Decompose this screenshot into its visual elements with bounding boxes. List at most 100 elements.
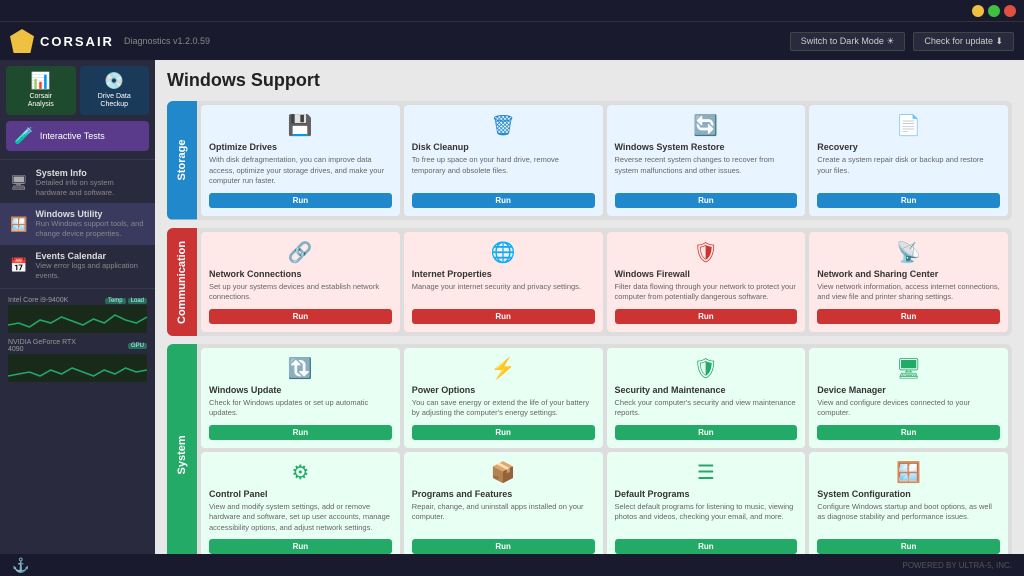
tool-icon-system-7: 🪟 xyxy=(817,460,1000,485)
tool-card-storage-1: 🗑 Disk Cleanup To free up space on your … xyxy=(404,105,603,216)
tool-icon-communication-2: 🛡 xyxy=(615,240,798,265)
tool-run-btn-communication-3[interactable]: Run xyxy=(817,309,1000,324)
tool-card-storage-2: 🔄 Windows System Restore Reverse recent … xyxy=(607,105,806,216)
tool-run-btn-system-4[interactable]: Run xyxy=(209,539,392,554)
cpu-load-badge: Load xyxy=(128,298,147,304)
tool-desc-system-5: Repair, change, and uninstall apps insta… xyxy=(412,502,595,534)
tool-card-system-7: 🪟 System Configuration Configure Windows… xyxy=(809,452,1008,555)
tool-run-btn-communication-2[interactable]: Run xyxy=(615,309,798,324)
tool-run-btn-communication-0[interactable]: Run xyxy=(209,309,392,324)
logo-text: CORSAIR xyxy=(40,34,114,49)
tool-title-communication-0: Network Connections xyxy=(209,269,392,279)
tool-title-communication-2: Windows Firewall xyxy=(615,269,798,279)
sidebar-divider-1 xyxy=(0,159,155,160)
header-left: CORSAIR Diagnostics v1.2.0.59 xyxy=(10,29,210,53)
tool-run-btn-storage-0[interactable]: Run xyxy=(209,193,392,208)
tool-icon-system-0: 🔃 xyxy=(209,356,392,381)
check-update-button[interactable]: Check for update ⬇ xyxy=(913,32,1014,51)
tool-run-btn-storage-2[interactable]: Run xyxy=(615,193,798,208)
tool-run-btn-system-2[interactable]: Run xyxy=(615,425,798,440)
tool-title-system-2: Security and Maintenance xyxy=(615,385,798,395)
tool-icon-system-2: 🛡 xyxy=(615,356,798,381)
tool-title-communication-3: Network and Sharing Center xyxy=(817,269,1000,279)
tool-icon-communication-1: 🌐 xyxy=(412,240,595,265)
dark-mode-button[interactable]: Switch to Dark Mode ☀ xyxy=(790,32,906,51)
tool-card-system-5: 📦 Programs and Features Repair, change, … xyxy=(404,452,603,555)
tool-icon-storage-0: 💾 xyxy=(209,113,392,138)
tool-icon-system-4: ⚙ xyxy=(209,460,392,485)
tool-title-storage-3: Recovery xyxy=(817,142,1000,152)
tool-title-storage-2: Windows System Restore xyxy=(615,142,798,152)
tool-run-btn-system-6[interactable]: Run xyxy=(615,539,798,554)
tool-icon-system-1: ⚡ xyxy=(412,356,595,381)
tool-card-communication-1: 🌐 Internet Properties Manage your intern… xyxy=(404,232,603,332)
tool-title-system-4: Control Panel xyxy=(209,489,392,499)
tool-icon-communication-3: 📡 xyxy=(817,240,1000,265)
tool-desc-storage-2: Reverse recent system changes to recover… xyxy=(615,155,798,187)
tool-run-btn-system-3[interactable]: Run xyxy=(817,425,1000,440)
analysis-icon: 📊 xyxy=(31,71,51,91)
page-title: Windows Support xyxy=(167,70,1012,91)
sidebar-item-events-calendar[interactable]: 📅 Events Calendar View error logs and ap… xyxy=(0,245,155,287)
tool-icon-storage-3: 📄 xyxy=(817,113,1000,138)
tool-title-system-7: System Configuration xyxy=(817,489,1000,499)
category-cards-storage: 💾 Optimize Drives With disk defragmentat… xyxy=(197,101,1012,220)
category-label-storage: Storage xyxy=(167,101,197,220)
sidebar-item-windows-utility[interactable]: 🪟 Windows Utility Run Windows support to… xyxy=(0,203,155,245)
sidebar-item-system-info[interactable]: 🖥 System Info Detailed info on system ha… xyxy=(0,162,155,204)
maximize-button[interactable] xyxy=(988,5,1000,17)
tool-run-btn-communication-1[interactable]: Run xyxy=(412,309,595,324)
interactive-label: Interactive Tests xyxy=(40,131,105,141)
cpu-badges: Temp Load xyxy=(105,298,147,304)
tool-title-storage-0: Optimize Drives xyxy=(209,142,392,152)
tool-run-btn-storage-3[interactable]: Run xyxy=(817,193,1000,208)
sidebar-checkup-card[interactable]: 💿 Drive DataCheckup xyxy=(80,66,150,115)
tool-desc-system-2: Check your computer's security and view … xyxy=(615,398,798,419)
tool-desc-communication-0: Set up your systems devices and establis… xyxy=(209,282,392,303)
tool-run-btn-system-5[interactable]: Run xyxy=(412,539,595,554)
tool-title-communication-1: Internet Properties xyxy=(412,269,595,279)
tool-icon-storage-1: 🗑 xyxy=(412,113,595,138)
tool-desc-system-6: Select default programs for listening to… xyxy=(615,502,798,534)
tool-card-system-6: ☰ Default Programs Select default progra… xyxy=(607,452,806,555)
close-button[interactable] xyxy=(1004,5,1016,17)
gpu-label: NVIDIA GeForce RTX 4090 xyxy=(8,339,78,353)
app-header: CORSAIR Diagnostics v1.2.0.59 Switch to … xyxy=(0,22,1024,60)
category-storage: Storage 💾 Optimize Drives With disk defr… xyxy=(167,101,1012,220)
sidebar-analysis-card[interactable]: 📊 CorsairAnalysis xyxy=(6,66,76,115)
tool-run-btn-system-0[interactable]: Run xyxy=(209,425,392,440)
windows-utility-text: Windows Utility Run Windows support tool… xyxy=(35,209,145,239)
minimize-button[interactable] xyxy=(972,5,984,17)
gpu-badge: GPU xyxy=(128,343,147,349)
app-container: CORSAIR Diagnostics v1.2.0.59 Switch to … xyxy=(0,22,1024,576)
tool-card-system-1: ⚡ Power Options You can save energy or e… xyxy=(404,348,603,448)
corsair-logo: CORSAIR Diagnostics v1.2.0.59 xyxy=(10,29,210,53)
footer-powered-text: POWERED BY ULTRA-5, INC. xyxy=(903,561,1013,570)
tool-card-communication-2: 🛡 Windows Firewall Filter data flowing t… xyxy=(607,232,806,332)
tool-title-system-1: Power Options xyxy=(412,385,595,395)
tool-desc-system-4: View and modify system settings, add or … xyxy=(209,502,392,534)
gpu-badges: GPU xyxy=(128,343,147,349)
tool-card-system-2: 🛡 Security and Maintenance Check your co… xyxy=(607,348,806,448)
tool-run-btn-storage-1[interactable]: Run xyxy=(412,193,595,208)
window-controls xyxy=(972,5,1016,17)
cpu-label: Intel Core i9-9400K xyxy=(8,297,78,304)
tool-card-system-0: 🔃 Windows Update Check for Windows updat… xyxy=(201,348,400,448)
sidebar-interactive-tests[interactable]: 🧪 Interactive Tests xyxy=(6,121,149,151)
app-subtitle: Diagnostics v1.2.0.59 xyxy=(124,36,210,46)
content-area: Windows Support Storage 💾 Optimize Drive… xyxy=(155,60,1024,554)
tool-icon-system-3: 🖥 xyxy=(817,356,1000,381)
title-bar xyxy=(0,0,1024,22)
tool-card-communication-3: 📡 Network and Sharing Center View networ… xyxy=(809,232,1008,332)
tool-desc-storage-3: Create a system repair disk or backup an… xyxy=(817,155,1000,187)
tool-run-btn-system-1[interactable]: Run xyxy=(412,425,595,440)
events-calendar-icon: 📅 xyxy=(10,257,27,274)
cpu-bar-row: Intel Core i9-9400K Temp Load xyxy=(8,297,147,304)
tool-card-communication-0: 🔗 Network Connections Set up your system… xyxy=(201,232,400,332)
tool-desc-communication-2: Filter data flowing through your network… xyxy=(615,282,798,303)
tool-card-system-3: 🖥 Device Manager View and configure devi… xyxy=(809,348,1008,448)
category-communication: Communication 🔗 Network Connections Set … xyxy=(167,228,1012,336)
tool-run-btn-system-7[interactable]: Run xyxy=(817,539,1000,554)
tool-desc-storage-1: To free up space on your hard drive, rem… xyxy=(412,155,595,187)
category-label-communication: Communication xyxy=(167,228,197,336)
